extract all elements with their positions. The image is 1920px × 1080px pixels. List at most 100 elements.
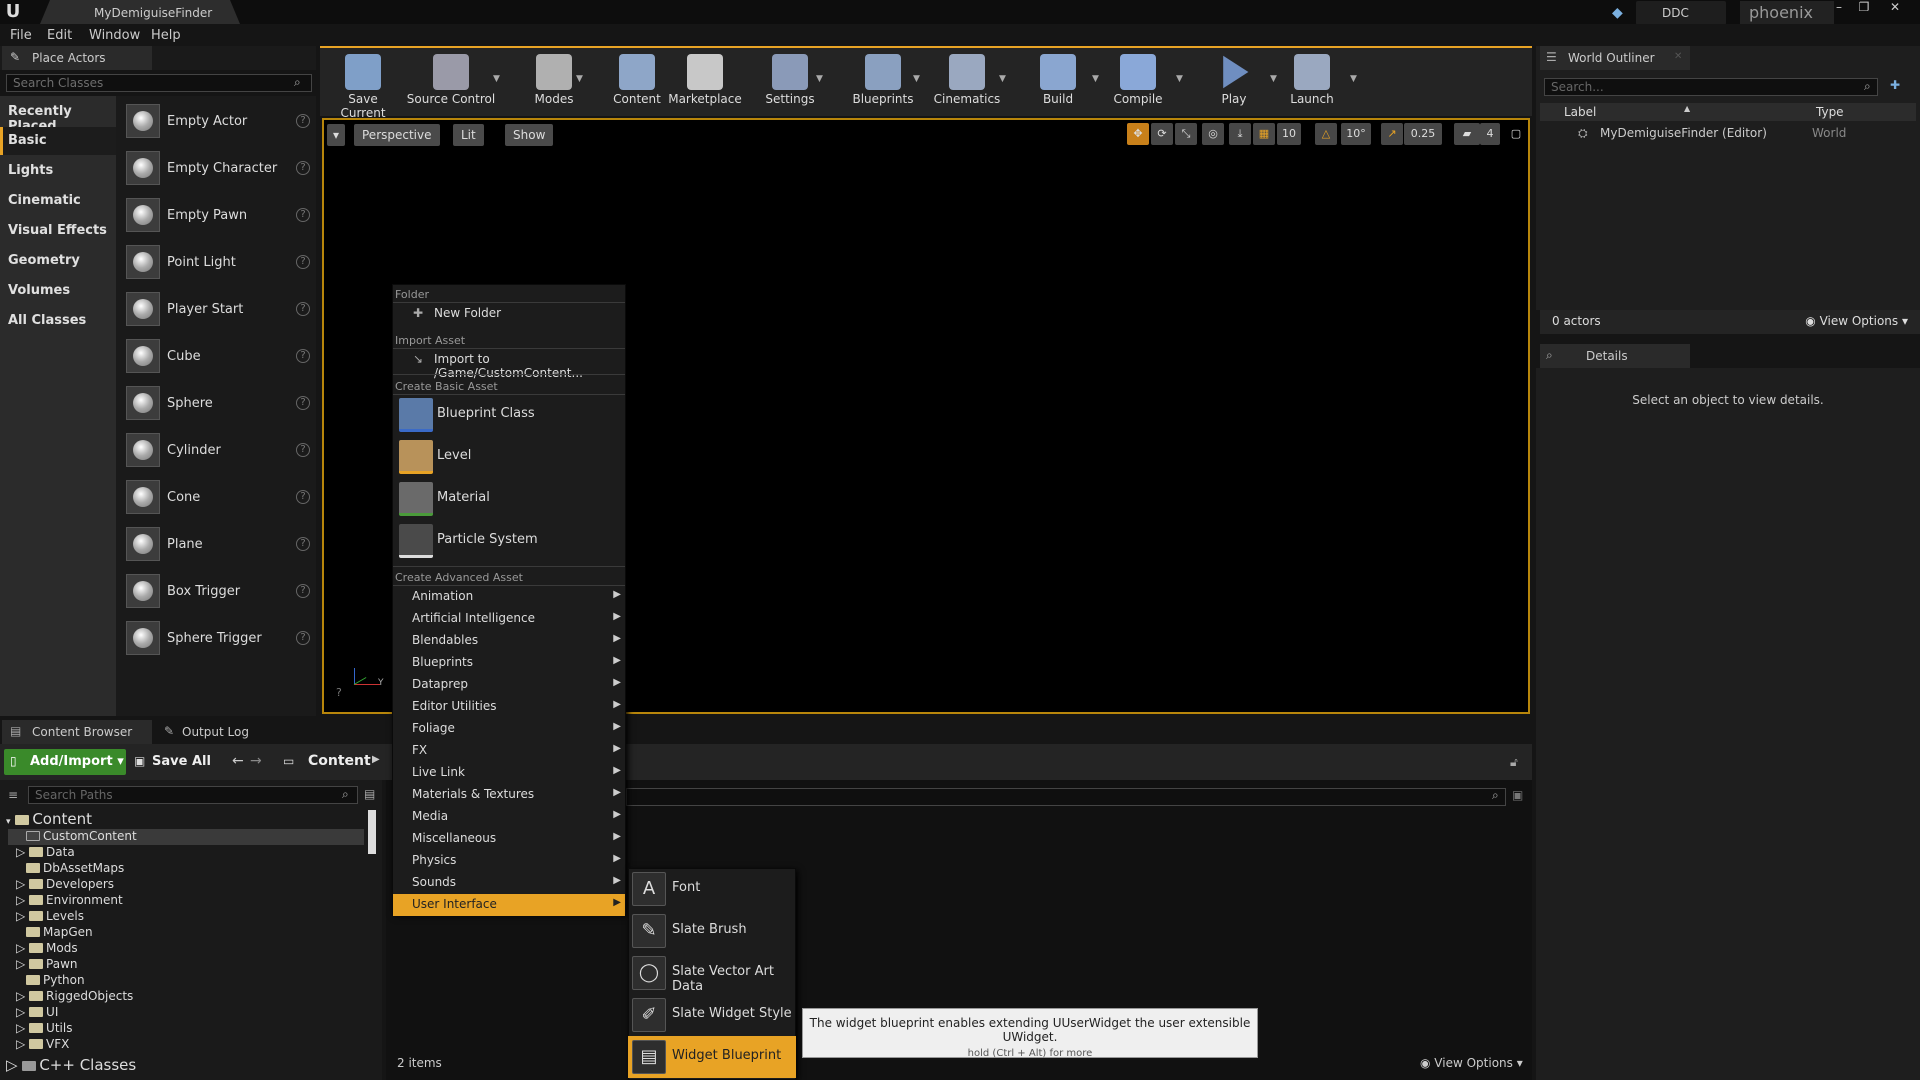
camera-speed-icon[interactable]: ▰ <box>1454 123 1480 145</box>
menu-blueprint-class[interactable]: Blueprint Class <box>393 394 625 436</box>
tree-folder-python[interactable]: Python <box>26 973 85 989</box>
menu-new-folder[interactable]: ✚ New Folder <box>393 303 625 325</box>
launch-dropdown-icon[interactable]: ▼ <box>1350 74 1357 84</box>
close-tab-icon[interactable]: ✕ <box>1674 51 1682 62</box>
menu-level[interactable]: Level <box>393 436 625 478</box>
actor-item-cylinder[interactable]: Cylinder? <box>126 431 312 471</box>
menu-import-to[interactable]: ↘ Import to /Game/CustomContent... <box>393 349 625 380</box>
ddc-button[interactable]: DDC <box>1636 1 1726 25</box>
actor-item-point-light[interactable]: Point Light? <box>126 243 312 283</box>
submenu-font[interactable]: A Font <box>628 868 796 910</box>
actor-item-box-trigger[interactable]: Box Trigger? <box>126 572 312 612</box>
menu-foliage[interactable]: Foliage ▶ <box>393 718 625 740</box>
menu-sounds[interactable]: Sounds ▶ <box>393 872 625 894</box>
add-import-button[interactable]: Add/Import ▾ <box>4 749 126 775</box>
settings-dropdown-icon[interactable]: ▼ <box>816 74 823 84</box>
tree-folder-levels[interactable]: ▷ Levels <box>16 909 84 925</box>
menu-physics[interactable]: Physics ▶ <box>393 850 625 872</box>
category-lights[interactable]: Lights <box>0 157 116 185</box>
compile-dropdown-icon[interactable]: ▼ <box>1176 74 1183 84</box>
document-tab[interactable]: MyDemiguiseFinder <box>40 0 240 24</box>
save-search-icon[interactable]: ▣ <box>1512 788 1523 802</box>
category-volumes[interactable]: Volumes <box>0 277 116 305</box>
restore-icon[interactable]: ❐ <box>1853 0 1875 14</box>
menu-artificial-intelligence[interactable]: Artificial Intelligence ▶ <box>393 608 625 630</box>
tree-folder-mapgen[interactable]: MapGen <box>26 925 93 941</box>
surface-snap-icon[interactable]: ⤓ <box>1229 123 1251 145</box>
tree-folder-environment[interactable]: ▷ Environment <box>16 893 123 909</box>
menu-window[interactable]: Window <box>89 28 140 43</box>
tree-folder-developers[interactable]: ▷ Developers <box>16 877 114 893</box>
blueprints-button[interactable]: Blueprints <box>847 50 919 112</box>
actor-item-sphere-trigger[interactable]: Sphere Trigger? <box>126 619 312 659</box>
tab-details[interactable]: Details <box>1540 344 1690 368</box>
play-dropdown-icon[interactable]: ▼ <box>1270 74 1277 84</box>
build-button[interactable]: Build <box>1022 50 1094 112</box>
menu-media[interactable]: Media ▶ <box>393 806 625 828</box>
menu-animation[interactable]: Animation ▶ <box>393 586 625 608</box>
tree-folder-dbassetmaps[interactable]: DbAssetMaps <box>26 861 124 877</box>
menu-edit[interactable]: Edit <box>47 28 72 43</box>
path-view-options-icon[interactable]: ▤ <box>364 787 375 801</box>
camera-speed-value[interactable]: 4 <box>1480 123 1500 145</box>
play-button[interactable]: Play <box>1198 50 1270 112</box>
tab-place-actors[interactable]: Place Actors <box>2 46 152 70</box>
tree-folder-mods[interactable]: ▷ Mods <box>16 941 78 957</box>
outliner-row[interactable]: ⛭ MyDemiguiseFinder (Editor) World <box>1540 124 1916 142</box>
scale-snap-icon[interactable]: ↗ <box>1381 123 1403 145</box>
viewport-options-icon[interactable]: ▾ <box>327 124 346 146</box>
menu-particle-system[interactable]: Particle System <box>393 520 625 562</box>
build-dropdown-icon[interactable]: ▼ <box>1092 74 1099 84</box>
help-icon[interactable]: ? <box>296 396 310 410</box>
viewport-help-icon[interactable]: ? <box>336 686 342 699</box>
menu-help[interactable]: Help <box>151 28 181 43</box>
category-cinematic[interactable]: Cinematic <box>0 187 116 215</box>
actor-item-sphere[interactable]: Sphere? <box>126 384 312 424</box>
scale-snap-value[interactable]: 0.25 <box>1404 123 1442 145</box>
submenu-slate-widget-style[interactable]: ✐ Slate Widget Style <box>628 994 796 1036</box>
help-icon[interactable]: ? <box>296 208 310 222</box>
save-all-button[interactable]: Save All <box>132 749 222 775</box>
category-visual-effects[interactable]: Visual Effects <box>0 217 116 245</box>
save-current-button[interactable]: Save Current <box>327 50 399 120</box>
help-icon[interactable]: ? <box>296 161 310 175</box>
breadcrumb-arrow-icon[interactable]: ▶ <box>372 754 380 765</box>
submenu-widget-blueprint[interactable]: ▤ Widget Blueprint <box>628 1036 796 1078</box>
actor-item-cube[interactable]: Cube? <box>126 337 312 377</box>
lock-icon[interactable]: 🔓︎ <box>1510 755 1518 770</box>
perspective-button[interactable]: Perspective <box>354 124 440 146</box>
actor-item-empty-pawn[interactable]: Empty Pawn? <box>126 196 312 236</box>
show-button[interactable]: Show <box>505 124 554 146</box>
help-icon[interactable]: ? <box>296 584 310 598</box>
scale-tool-icon[interactable]: ⤡ <box>1175 123 1197 145</box>
category-basic[interactable]: Basic <box>0 127 116 155</box>
modes-dropdown-icon[interactable]: ▼ <box>576 74 583 84</box>
grid-snap-value[interactable]: 10 <box>1277 123 1301 145</box>
tree-folder-data[interactable]: ▷ Data <box>16 845 75 861</box>
menu-miscellaneous[interactable]: Miscellaneous ▶ <box>393 828 625 850</box>
tree-cpp-classes[interactable]: ▷ C++ Classes <box>6 1056 136 1074</box>
asset-view-options[interactable]: ◉ View Options ▾ <box>1420 1056 1523 1070</box>
source-control-button[interactable]: Source Control <box>405 50 497 112</box>
tab-output-log[interactable]: Output Log <box>158 720 298 744</box>
search-paths-input[interactable]: Search Paths <box>28 786 358 804</box>
menu-live-link[interactable]: Live Link ▶ <box>393 762 625 784</box>
maximize-viewport-icon[interactable]: ▢ <box>1506 123 1526 145</box>
cinematics-dropdown-icon[interactable]: ▼ <box>999 74 1006 84</box>
tree-folder-ui[interactable]: ▷ UI <box>16 1005 58 1021</box>
close-icon[interactable]: ✕ <box>1884 0 1906 14</box>
tree-folder-utils[interactable]: ▷ Utils <box>16 1021 72 1037</box>
lit-button[interactable]: Lit <box>453 124 484 146</box>
launch-button[interactable]: Launch <box>1276 50 1348 112</box>
menu-blendables[interactable]: Blendables ▶ <box>393 630 625 652</box>
help-icon[interactable]: ? <box>296 443 310 457</box>
marketplace-button[interactable]: Marketplace <box>668 50 742 112</box>
search-classes-input[interactable]: Search Classes <box>6 74 312 92</box>
tree-scrollbar[interactable] <box>368 810 376 854</box>
add-filter-icon[interactable]: ✚ <box>1890 78 1900 92</box>
menu-editor-utilities[interactable]: Editor Utilities ▶ <box>393 696 625 718</box>
help-icon[interactable]: ? <box>296 255 310 269</box>
minimize-icon[interactable]: – <box>1828 0 1850 14</box>
menu-file[interactable]: File <box>10 28 32 43</box>
tab-world-outliner[interactable]: World Outliner <box>1540 46 1690 70</box>
